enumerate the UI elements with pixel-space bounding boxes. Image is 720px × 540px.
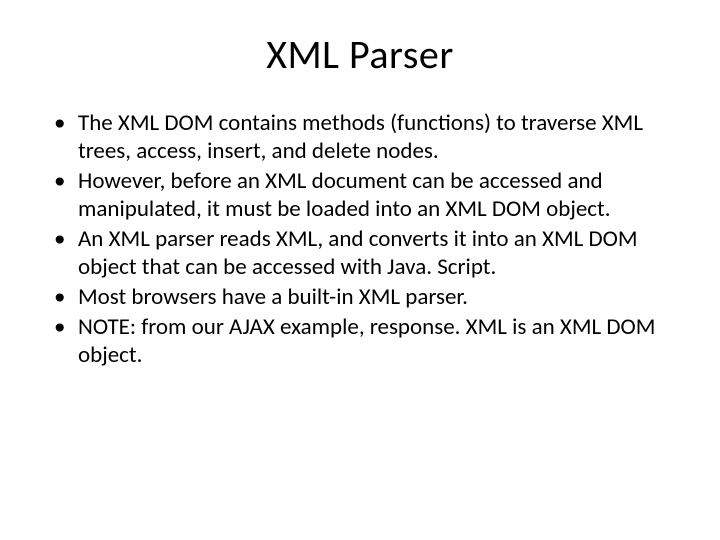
slide-title: XML Parser <box>40 30 680 79</box>
list-item: NOTE: from our AJAX example, response. X… <box>50 313 680 369</box>
bullet-list: The XML DOM contains methods (functions)… <box>50 109 680 369</box>
list-item: An XML parser reads XML, and converts it… <box>50 225 680 281</box>
slide: XML Parser The XML DOM contains methods … <box>0 0 720 540</box>
list-item: However, before an XML document can be a… <box>50 167 680 223</box>
list-item: Most browsers have a built-in XML parser… <box>50 283 680 311</box>
list-item: The XML DOM contains methods (functions)… <box>50 109 680 165</box>
